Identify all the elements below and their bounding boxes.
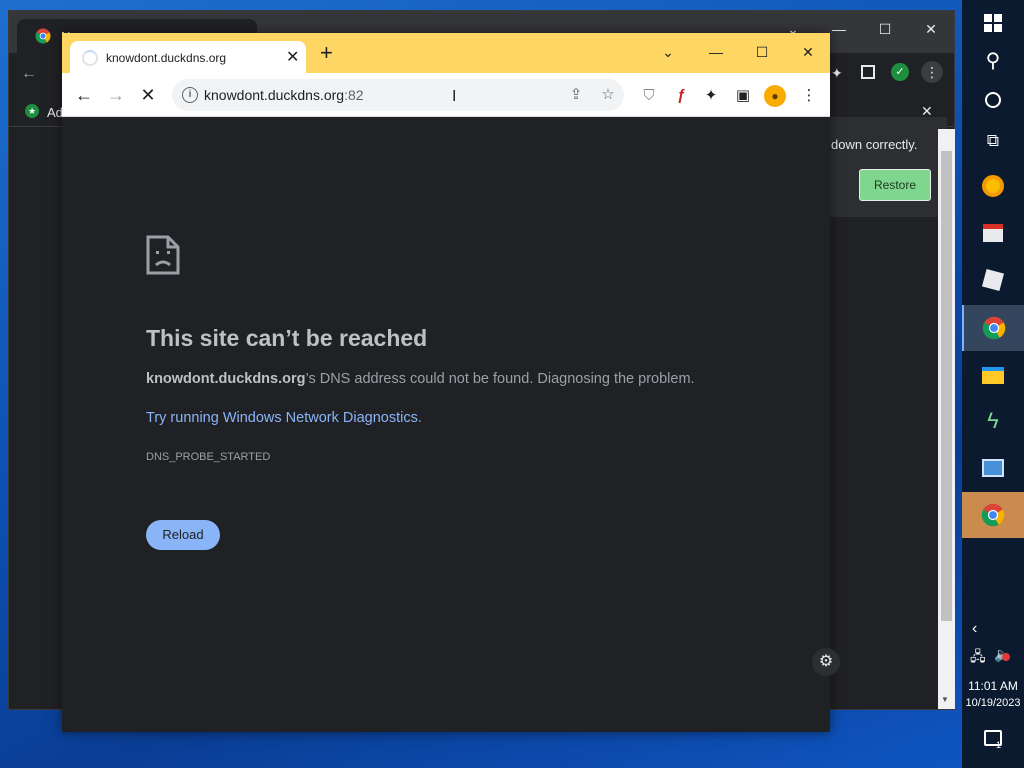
maximize-button[interactable]: ☐ bbox=[873, 17, 897, 41]
minimize-button[interactable]: — bbox=[702, 39, 730, 65]
taskbar-app-store[interactable] bbox=[962, 210, 1024, 256]
taskbar-app-chrome[interactable] bbox=[962, 305, 1024, 351]
scrollbar-thumb[interactable] bbox=[941, 151, 952, 621]
address-text[interactable]: knowdont.duckdns.org:82 bbox=[204, 87, 364, 103]
back-arrow-icon[interactable]: ← bbox=[72, 83, 96, 107]
taskbar-app-file-explorer[interactable] bbox=[962, 352, 1024, 398]
taskbar-app-remote-desktop[interactable] bbox=[962, 445, 1024, 491]
clock-time[interactable]: 11:01 AM bbox=[962, 679, 1024, 693]
error-message-rest: ’s DNS address could not be found. Diagn… bbox=[305, 371, 695, 387]
sad-document-icon bbox=[146, 235, 180, 275]
extensions-icon[interactable]: ✦ bbox=[831, 65, 843, 82]
stop-loading-icon[interactable]: ✕ bbox=[136, 83, 160, 107]
error-page: This site can’t be reached knowdont.duck… bbox=[62, 118, 830, 732]
maximize-button[interactable]: ☐ bbox=[748, 39, 776, 65]
file-explorer-icon bbox=[982, 366, 1004, 384]
scroll-down-icon[interactable]: ▼ bbox=[941, 695, 949, 704]
menu-kebab-icon[interactable]: ⋮ bbox=[798, 85, 820, 107]
taskbar-app-roblox[interactable] bbox=[962, 257, 1024, 303]
share-icon[interactable]: ⇪ bbox=[566, 85, 586, 105]
windows-start-icon bbox=[984, 14, 1002, 32]
lightning-icon: ϟ bbox=[987, 408, 999, 433]
new-tab-button[interactable]: + bbox=[320, 42, 333, 64]
address-port: :82 bbox=[344, 87, 364, 103]
error-title: This site can’t be reached bbox=[146, 325, 428, 351]
chrome-icon bbox=[982, 316, 1006, 340]
chrome-icon bbox=[981, 503, 1005, 527]
side-panel-icon[interactable] bbox=[861, 65, 875, 79]
profile-avatar-icon[interactable]: ● bbox=[764, 85, 786, 107]
bookmark-star-icon[interactable]: ☆ bbox=[598, 85, 618, 105]
menu-kebab-icon[interactable]: ⋮ bbox=[921, 61, 943, 83]
chrome-canary-icon bbox=[982, 175, 1004, 197]
search-icon: ⚲ bbox=[985, 50, 1001, 72]
text-cursor-icon: Ⅰ bbox=[452, 88, 457, 105]
toolbar: ← → ✕ i knowdont.duckdns.org:82 Ⅰ ⇪ ☆ ⛉ … bbox=[62, 73, 830, 117]
windows-taskbar: ⚲ ⧉ ϟ ‹ 🖧 🔈 bbox=[962, 0, 1024, 768]
foreground-titlebar: knowdont.duckdns.org ✕ + ⌄ — ☐ ✕ bbox=[62, 33, 830, 73]
cortana-icon bbox=[985, 92, 1001, 108]
active-tab[interactable]: knowdont.duckdns.org ✕ bbox=[70, 41, 306, 73]
shield-extension-icon[interactable]: ⛉ bbox=[638, 85, 660, 107]
taskbar-app-chrome-beta[interactable] bbox=[962, 492, 1024, 538]
tab-close-icon[interactable]: ✕ bbox=[286, 47, 299, 67]
loading-spinner-icon bbox=[82, 50, 98, 66]
infobar-message: down correctly. bbox=[831, 137, 918, 152]
task-view-icon: ⧉ bbox=[986, 130, 1000, 150]
tab-search-button[interactable]: ⌄ bbox=[654, 39, 682, 65]
clock-date[interactable]: 10/19/2023 bbox=[962, 697, 1024, 709]
notification-count: 1 bbox=[996, 740, 1002, 750]
taskbar-app-lightning[interactable]: ϟ bbox=[962, 398, 1024, 444]
shield-check-icon[interactable]: ✓ bbox=[891, 63, 909, 81]
diagnostics-link[interactable]: Try running Windows Network Diagnostics bbox=[146, 410, 418, 426]
minimize-button[interactable]: — bbox=[827, 17, 851, 41]
bookmark-favicon-icon: ★ bbox=[25, 104, 39, 118]
remote-desktop-icon bbox=[982, 459, 1004, 477]
network-icon[interactable]: 🖧 bbox=[970, 646, 986, 670]
error-host: knowdont.duckdns.org bbox=[146, 371, 306, 387]
taskbar-app-chrome-canary[interactable] bbox=[962, 163, 1024, 209]
store-icon bbox=[983, 224, 1003, 242]
restore-infobar: down correctly. Restore bbox=[823, 117, 947, 217]
diagnostics-text: Try running Windows Network Diagnostics. bbox=[146, 410, 422, 426]
gear-icon[interactable]: ⚙ bbox=[812, 648, 840, 676]
diagnostics-period: . bbox=[417, 410, 422, 426]
roblox-icon bbox=[981, 268, 1005, 292]
side-panel-icon[interactable]: ▣ bbox=[732, 85, 754, 107]
close-button[interactable]: ✕ bbox=[919, 17, 943, 41]
muted-badge-icon bbox=[1002, 653, 1010, 661]
scrollbar[interactable]: ▼ bbox=[938, 129, 955, 709]
close-button[interactable]: ✕ bbox=[794, 39, 822, 65]
task-view-button[interactable]: ⧉ bbox=[962, 117, 1024, 163]
bookmark-item-label[interactable]: Ad bbox=[47, 105, 63, 120]
foreground-browser-window[interactable]: knowdont.duckdns.org ✕ + ⌄ — ☐ ✕ ← → ✕ i… bbox=[62, 33, 830, 732]
forward-arrow-icon[interactable]: → bbox=[104, 83, 128, 107]
flash-extension-icon[interactable]: ƒ bbox=[670, 85, 692, 107]
site-info-icon[interactable]: i bbox=[182, 87, 198, 103]
restore-button[interactable]: Restore bbox=[859, 169, 931, 201]
tab-title: knowdont.duckdns.org bbox=[106, 51, 227, 65]
address-bar[interactable]: i knowdont.duckdns.org:82 Ⅰ ⇪ ☆ bbox=[172, 79, 624, 111]
extensions-icon[interactable]: ✦ bbox=[700, 85, 722, 107]
address-host: knowdont.duckdns.org bbox=[204, 87, 345, 103]
error-message: knowdont.duckdns.org’s DNS address could… bbox=[146, 371, 695, 387]
chrome-icon bbox=[35, 28, 51, 44]
back-arrow-icon[interactable]: ← bbox=[21, 65, 37, 83]
tray-expand-chevron-icon[interactable]: ‹ bbox=[972, 620, 977, 638]
error-code: DNS_PROBE_STARTED bbox=[146, 451, 271, 463]
reload-button[interactable]: Reload bbox=[146, 520, 220, 550]
